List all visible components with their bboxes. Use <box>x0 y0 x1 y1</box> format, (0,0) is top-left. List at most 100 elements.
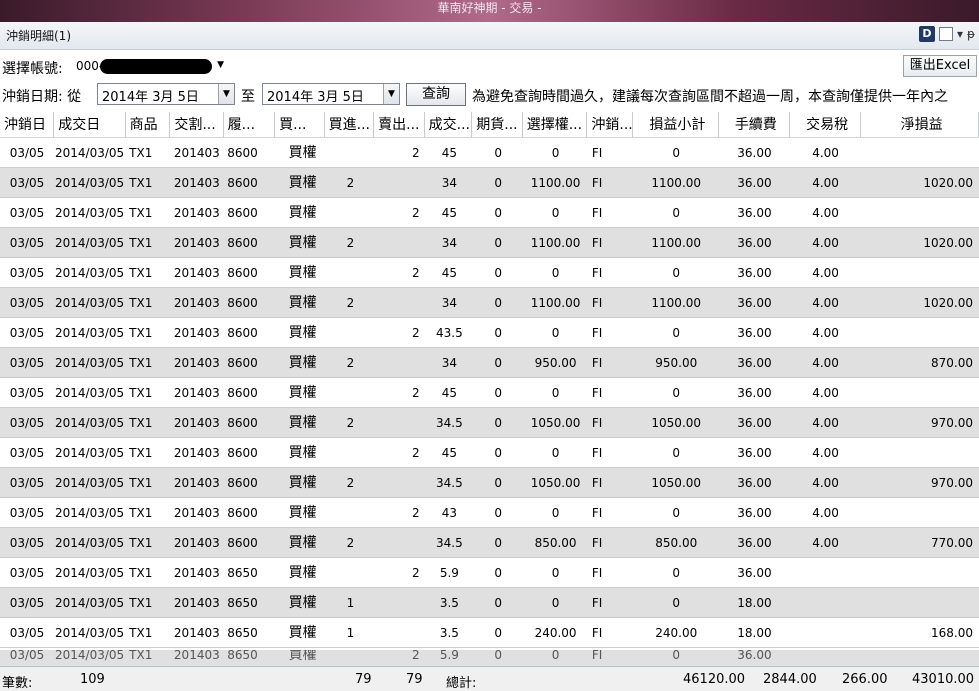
table-row[interactable]: 03/05 2014/03/05 TX1 201403 8600 買權 2 45 0 0 FI 0 36… <box>0 378 979 408</box>
query-notice: 為避免查詢時間過久，建議每次查詢區間不超過一周，本查詢僅提供一年內之 <box>472 89 948 105</box>
cell-col-settle-type: FI <box>591 146 603 160</box>
cell-col-trade-date: 2014/03/05 <box>55 476 125 490</box>
header-col-futures[interactable]: 期貨... <box>472 112 523 137</box>
cell-col-strike: 8600 <box>227 446 258 460</box>
header-col-sell-qty[interactable]: 賣出... <box>374 112 425 137</box>
d-badge-icon[interactable]: D <box>918 26 935 42</box>
header-col-settle-type[interactable]: 沖銷... <box>587 112 634 137</box>
cell-col-price: 45 <box>441 446 458 460</box>
export-excel-button[interactable]: 匯出Excel <box>903 55 977 77</box>
cell-col-settle-type: FI <box>591 206 603 220</box>
cell-col-futures: 0 <box>494 356 503 370</box>
count-label: 筆數: <box>2 676 33 691</box>
cell-col-price: 3.5 <box>439 596 459 610</box>
cell-col-pnl: 0 <box>672 326 681 340</box>
account-select[interactable]: 000- ▼ <box>70 56 226 76</box>
cell-col-settle-type: FI <box>591 356 603 370</box>
table-row[interactable]: 03/05 2014/03/05 TX1 201403 8600 買權 2 34.5 0 1050… <box>0 468 979 498</box>
date-from-picker[interactable]: 2014年 3月 5日 ▼ <box>97 83 235 105</box>
table-row[interactable]: 03/05 2014/03/05 TX1 201403 8650 買權 1 3.5 0 240.0… <box>0 618 979 648</box>
header-col-price[interactable]: 成交... <box>425 112 473 137</box>
chevron-down-icon[interactable]: ▾ <box>957 27 963 41</box>
cell-col-settle-date: 03/05 <box>9 626 45 640</box>
cell-col-settle-date: 03/05 <box>9 266 45 280</box>
table-row[interactable]: 03/05 2014/03/05 TX1 201403 8600 買權 2 34 0 1100.0… <box>0 228 979 258</box>
cell-col-net-pnl <box>861 650 979 666</box>
table-row[interactable]: 03/05 2014/03/05 TX1 201403 8600 買權 2 34 0 1100.0… <box>0 288 979 318</box>
cell-col-price: 3.5 <box>439 626 459 640</box>
cell-col-settle-date: 03/05 <box>9 416 45 430</box>
pin-icon[interactable]: ᵽ <box>967 27 975 41</box>
cell-col-net-pnl <box>861 588 979 617</box>
cell-col-net-pnl: 1020.00 <box>923 296 973 310</box>
header-col-trade-date[interactable]: 成交日 <box>54 112 126 137</box>
cell-col-price: 34.5 <box>436 536 463 550</box>
cell-col-settle-type: FI <box>591 506 603 520</box>
header-col-strike[interactable]: 履... <box>224 112 276 137</box>
cell-col-sell-qty: 2 <box>412 386 420 400</box>
table-row[interactable]: 03/05 2014/03/05 TX1 201403 8600 買權 2 34.5 0 1050… <box>0 408 979 438</box>
cell-col-settle-date: 03/05 <box>9 566 45 580</box>
table-row[interactable]: 03/05 2014/03/05 TX1 201403 8600 買權 2 45 0 0 FI 0 36… <box>0 198 979 228</box>
cell-col-product: TX1 <box>129 626 153 640</box>
cell-col-option: 0 <box>551 206 560 220</box>
cell-col-net-pnl: 870.00 <box>931 356 973 370</box>
table-row[interactable]: 03/05 2014/03/05 TX1 201403 8600 買權 2 45 0 0 FI 0 36… <box>0 138 979 168</box>
header-col-pnl[interactable]: 損益小計 <box>633 112 719 137</box>
cell-col-net-pnl <box>861 498 979 527</box>
cell-col-type: 買權 <box>288 475 317 491</box>
table-row[interactable]: 03/05 2014/03/05 TX1 201403 8600 買權 2 34 0 950.00… <box>0 348 979 378</box>
header-col-net-pnl[interactable]: 淨損益 <box>861 112 979 137</box>
cell-col-type: 買權 <box>288 235 317 251</box>
cell-col-settle-date: 03/05 <box>9 326 45 340</box>
header-col-type[interactable]: 買... <box>275 112 325 137</box>
cell-col-pnl: 1100.00 <box>651 296 702 310</box>
header-col-fee[interactable]: 手續費 <box>719 112 790 137</box>
table-row[interactable]: 03/05 2014/03/05 TX1 201403 8600 買權 2 43 0 0 FI 0 36… <box>0 498 979 528</box>
cell-col-option: 0 <box>551 650 560 662</box>
cell-col-delivery: 201403 <box>173 536 220 550</box>
header-col-buy-qty[interactable]: 買進... <box>325 112 375 137</box>
table-row[interactable]: 03/05 2014/03/05 TX1 201403 8600 買權 2 45 0 0 FI 0 36… <box>0 438 979 468</box>
cell-col-delivery: 201403 <box>173 236 220 250</box>
cell-col-strike: 8600 <box>227 326 258 340</box>
cell-col-strike: 8650 <box>227 596 258 610</box>
table-row[interactable]: 03/05 2014/03/05 TX1 201403 8650 買權 2 5.9 0 0 FI 0 3… <box>0 558 979 588</box>
cell-col-sell-qty <box>375 468 426 497</box>
chevron-down-icon[interactable]: ▼ <box>218 84 234 104</box>
cell-col-buy-qty: 2 <box>346 356 355 370</box>
cell-col-tax: 4.00 <box>812 386 839 400</box>
cell-col-product: TX1 <box>129 356 153 370</box>
cell-col-fee: 36.00 <box>737 296 772 310</box>
cell-col-buy-qty <box>325 438 375 467</box>
table-row[interactable]: 03/05 2014/03/05 TX1 201403 8600 買權 2 43.5 0 0 FI 0… <box>0 318 979 348</box>
cell-col-settle-date: 03/05 <box>9 176 45 190</box>
query-button[interactable]: 查詢 <box>406 83 466 106</box>
window-icon[interactable] <box>938 27 953 41</box>
cell-col-product: TX1 <box>129 596 153 610</box>
chevron-down-icon[interactable]: ▼ <box>383 84 399 104</box>
table-row[interactable]: 03/05 2014/03/05 TX1 201403 8600 買權 2 34 0 1100.0… <box>0 168 979 198</box>
cell-col-tax: 4.00 <box>812 326 839 340</box>
header-col-tax[interactable]: 交易稅 <box>790 112 862 137</box>
table-row[interactable]: 03/05 2014/03/05 TX1 201403 8650 買權 1 3.5 0 0 FI 0 1… <box>0 588 979 618</box>
date-to-picker[interactable]: 2014年 3月 5日 ▼ <box>262 83 400 105</box>
header-col-delivery[interactable]: 交割... <box>170 112 224 137</box>
cell-col-net-pnl: 1020.00 <box>923 176 973 190</box>
cell-col-delivery: 201403 <box>173 386 220 400</box>
header-col-product[interactable]: 商品 <box>126 112 171 137</box>
header-col-settle-date[interactable]: 沖銷日 <box>0 112 55 137</box>
table-row[interactable]: 03/05 2014/03/05 TX1 201403 8600 買權 2 45 0 0 FI 0 36… <box>0 258 979 288</box>
cell-col-pnl: 0 <box>672 596 681 610</box>
table-row[interactable]: 03/05 2014/03/05 TX1 201403 8650 買權 2 5.9 0 0 FI 0 3… <box>0 650 979 666</box>
cell-col-pnl: 0 <box>672 506 681 520</box>
cell-col-tax: 4.00 <box>812 536 839 550</box>
cell-col-settle-type: FI <box>591 626 603 640</box>
chevron-down-icon[interactable]: ▼ <box>217 60 224 70</box>
cell-col-sell-qty: 2 <box>412 206 420 220</box>
header-col-option[interactable]: 選擇權... <box>523 112 588 137</box>
cell-col-option: 240.00 <box>534 626 577 640</box>
cell-col-settle-date: 03/05 <box>9 650 45 662</box>
cell-col-tax <box>790 618 861 647</box>
table-row[interactable]: 03/05 2014/03/05 TX1 201403 8600 買權 2 34.5 0 850.… <box>0 528 979 558</box>
